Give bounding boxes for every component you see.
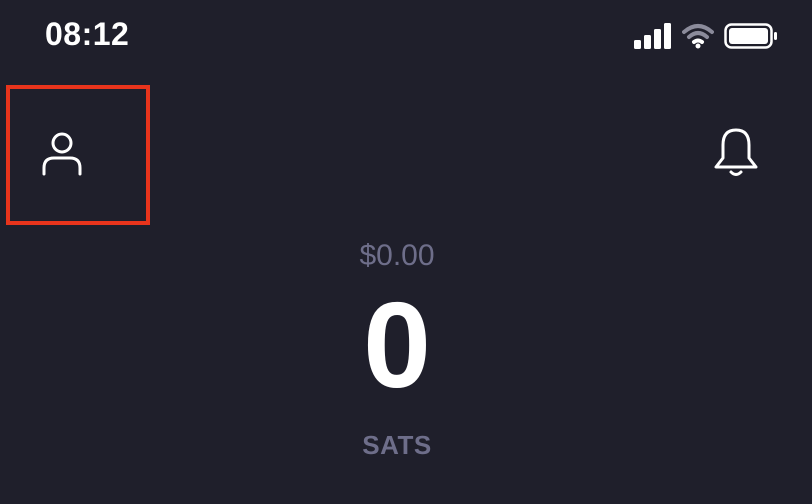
signal-icon (634, 23, 671, 49)
wifi-icon (682, 24, 714, 49)
sats-balance: 0 (363, 277, 431, 413)
fiat-balance: $0.00 (359, 239, 435, 272)
status-time: 08:12 (45, 16, 130, 52)
status-bar: 08:12 (0, 0, 812, 72)
status-icons (634, 22, 778, 50)
battery-icon (724, 23, 777, 49)
unit-label: SATS (362, 430, 432, 460)
person-icon (42, 132, 82, 176)
bell-icon (714, 128, 758, 176)
profile-button[interactable] (6, 85, 150, 225)
notifications-button[interactable] (706, 122, 766, 182)
